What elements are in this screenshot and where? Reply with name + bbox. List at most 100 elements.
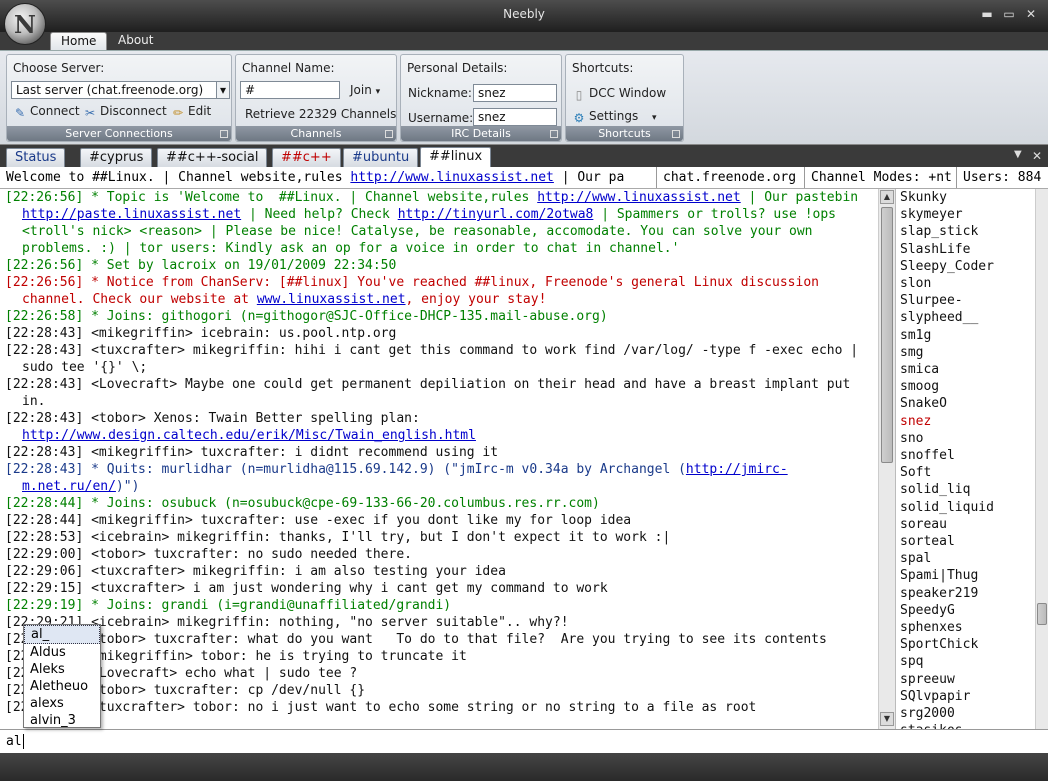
user-list-item[interactable]: soreau — [900, 516, 1035, 533]
chat-message: [22:29:44] <tuxcrafter> tobor: no i just… — [5, 699, 878, 716]
user-list-item[interactable]: SportChick — [900, 636, 1035, 653]
channel-name-input[interactable]: # — [240, 81, 340, 99]
user-list-item[interactable]: SlashLife — [900, 241, 1035, 258]
message-link[interactable]: http://www.linuxassist.net — [537, 190, 741, 205]
user-list-item[interactable]: snoffel — [900, 447, 1035, 464]
dialog-launcher-icon[interactable] — [672, 130, 680, 138]
chat-message: [22:29:31] <mikegriffin> tobor: he is tr… — [5, 648, 878, 665]
message-link[interactable]: http://paste.linuxassist.net — [22, 207, 241, 222]
user-list-item[interactable]: slypheed__ — [900, 309, 1035, 326]
user-list-item[interactable]: SQlvpapir — [900, 688, 1035, 705]
message-text: [22:28:43] <tobor> Xenos: Twain Better s… — [5, 411, 428, 426]
user-list-item[interactable]: smoog — [900, 378, 1035, 395]
ribbon-tab-about[interactable]: About — [108, 32, 163, 50]
disconnect-button[interactable]: ✂ Disconnect — [83, 103, 167, 120]
connect-button[interactable]: ✎ Connect — [13, 103, 80, 120]
user-list-item[interactable]: spreeuw — [900, 671, 1035, 688]
user-list-item[interactable]: smg — [900, 344, 1035, 361]
user-list-item[interactable]: Skunky — [900, 189, 1035, 206]
user-list-item[interactable]: Sleepy_Coder — [900, 258, 1035, 275]
user-list-item[interactable]: spq — [900, 653, 1035, 670]
channel-tab[interactable]: #cyprus — [80, 148, 153, 167]
message-text: [22:28:43] * Quits: murlidhar (n=murlidh… — [5, 462, 686, 477]
user-list-item[interactable]: SnakeO — [900, 395, 1035, 412]
channel-tab[interactable]: Status — [6, 148, 66, 167]
user-list-item[interactable]: speaker219 — [900, 585, 1035, 602]
dialog-launcher-icon[interactable] — [550, 130, 558, 138]
user-list-item[interactable]: spal — [900, 550, 1035, 567]
user-list-item[interactable]: solid_liq — [900, 481, 1035, 498]
settings-button[interactable]: ⚙ Settings ▾ — [572, 108, 657, 126]
user-list-item[interactable]: snez — [900, 413, 1035, 430]
user-list-item[interactable]: smica — [900, 361, 1035, 378]
topic-link[interactable]: http://www.linuxassist.net — [350, 170, 554, 185]
user-list-item[interactable]: skymeyer — [900, 206, 1035, 223]
user-list-item[interactable]: sorteal — [900, 533, 1035, 550]
chat-message: [22:28:43] <Lovecraft> Maybe one could g… — [5, 376, 878, 410]
nickname-input[interactable]: snez — [473, 84, 557, 102]
user-list-item[interactable]: Spami|Thug — [900, 567, 1035, 584]
message-text: )") — [115, 479, 140, 494]
chat-scrollbar[interactable]: ▲ ▼ — [878, 189, 895, 729]
autocomplete-item[interactable]: alexs — [24, 695, 100, 712]
username-input[interactable]: snez — [473, 108, 557, 126]
retrieve-channels-button[interactable]: Retrieve 22329 Channels — [245, 106, 396, 122]
channel-tab[interactable]: ##linux — [420, 147, 492, 167]
user-list-item[interactable]: Slurpee- — [900, 292, 1035, 309]
autocomplete-item[interactable]: alvin_3 — [24, 712, 100, 729]
message-text: [22:26:58] * Joins: githogori (n=githogo… — [5, 309, 608, 324]
maximize-button[interactable]: ▭ — [1000, 6, 1018, 22]
message-text: [22:28:43] <Lovecraft> Maybe one could g… — [5, 377, 859, 409]
dialog-launcher-icon[interactable] — [385, 130, 393, 138]
message-link[interactable]: http://www.design.caltech.edu/erik/Misc/… — [22, 428, 476, 443]
server-select[interactable]: Last server (chat.freenode.org) — [11, 81, 217, 99]
chat-message: [22:29:21] <icebrain> mikegriffin: nothi… — [5, 614, 878, 631]
user-list-item[interactable]: slap_stick — [900, 223, 1035, 240]
channel-tab[interactable]: #ubuntu — [343, 148, 419, 167]
personal-details-label: Personal Details: — [407, 61, 508, 75]
nickname-label: Nickname: — [408, 86, 472, 100]
chat-message: [22:28:44] * Joins: osubuck (n=osubuck@c… — [5, 495, 878, 512]
scroll-up-icon[interactable]: ▲ — [880, 190, 894, 204]
channel-tab[interactable]: ##c++-social — [157, 148, 268, 167]
message-input[interactable]: al — [0, 729, 1048, 753]
close-button[interactable]: ✕ — [1022, 6, 1040, 22]
chat-message: [22:28:43] <mikegriffin> icebrain: us.po… — [5, 325, 878, 342]
scroll-thumb[interactable] — [881, 207, 893, 463]
edit-button[interactable]: ✏ Edit — [171, 103, 211, 120]
user-list-item[interactable]: srg2000 — [900, 705, 1035, 722]
server-dropdown-icon[interactable]: ▾ — [216, 81, 230, 99]
user-list-item[interactable]: sno — [900, 430, 1035, 447]
user-list[interactable]: Skunky skymeyer slap_stick SlashLife Sleepy_… — [895, 189, 1035, 729]
user-list-item[interactable]: slon — [900, 275, 1035, 292]
user-list-item[interactable]: SpeedyG — [900, 602, 1035, 619]
dcc-window-button[interactable]: ▯ DCC Window — [572, 85, 666, 102]
user-scroll-thumb[interactable] — [1037, 603, 1047, 625]
user-list-item[interactable]: sphenxes — [900, 619, 1035, 636]
server-connections-group: Choose Server: Last server (chat.freenod… — [6, 54, 232, 142]
user-list-item[interactable]: Soft — [900, 464, 1035, 481]
user-list-item[interactable]: sm1g — [900, 327, 1035, 344]
user-list-item[interactable]: stasikos — [900, 722, 1035, 729]
autocomplete-item[interactable]: Aldus — [24, 644, 100, 661]
channel-tab[interactable]: ##c++ — [272, 148, 341, 167]
disconnect-label: Disconnect — [100, 104, 167, 118]
chat-message: [22:28:44] <mikegriffin> tuxcrafter: use… — [5, 512, 878, 529]
autocomplete-item[interactable]: Aletheuo — [24, 678, 100, 695]
close-tab-icon[interactable]: ✕ — [1032, 149, 1042, 163]
join-dropdown-icon: ▾ — [375, 87, 381, 97]
ribbon-tab-home[interactable]: Home — [50, 32, 108, 50]
minimize-button[interactable]: ▬ — [978, 6, 996, 22]
autocomplete-item[interactable]: al_ — [24, 625, 100, 644]
message-link[interactable]: www.linuxassist.net — [257, 292, 406, 307]
scroll-down-icon[interactable]: ▼ — [880, 712, 894, 726]
user-list-item[interactable]: solid_liquid — [900, 499, 1035, 516]
autocomplete-item[interactable]: Aleks — [24, 661, 100, 678]
message-link[interactable]: http://tinyurl.com/2otwa8 — [398, 207, 594, 222]
tab-list-dropdown-icon[interactable]: ▼ — [1014, 149, 1022, 160]
dialog-launcher-icon[interactable] — [220, 130, 228, 138]
nick-autocomplete-popup[interactable]: al_ Aldus Aleks Aletheuo alexs alvin_3 — [23, 624, 101, 728]
join-button[interactable]: Join ▾ — [350, 82, 380, 100]
app-orb-icon[interactable]: N — [4, 3, 46, 45]
user-list-scrollbar[interactable] — [1035, 189, 1048, 729]
